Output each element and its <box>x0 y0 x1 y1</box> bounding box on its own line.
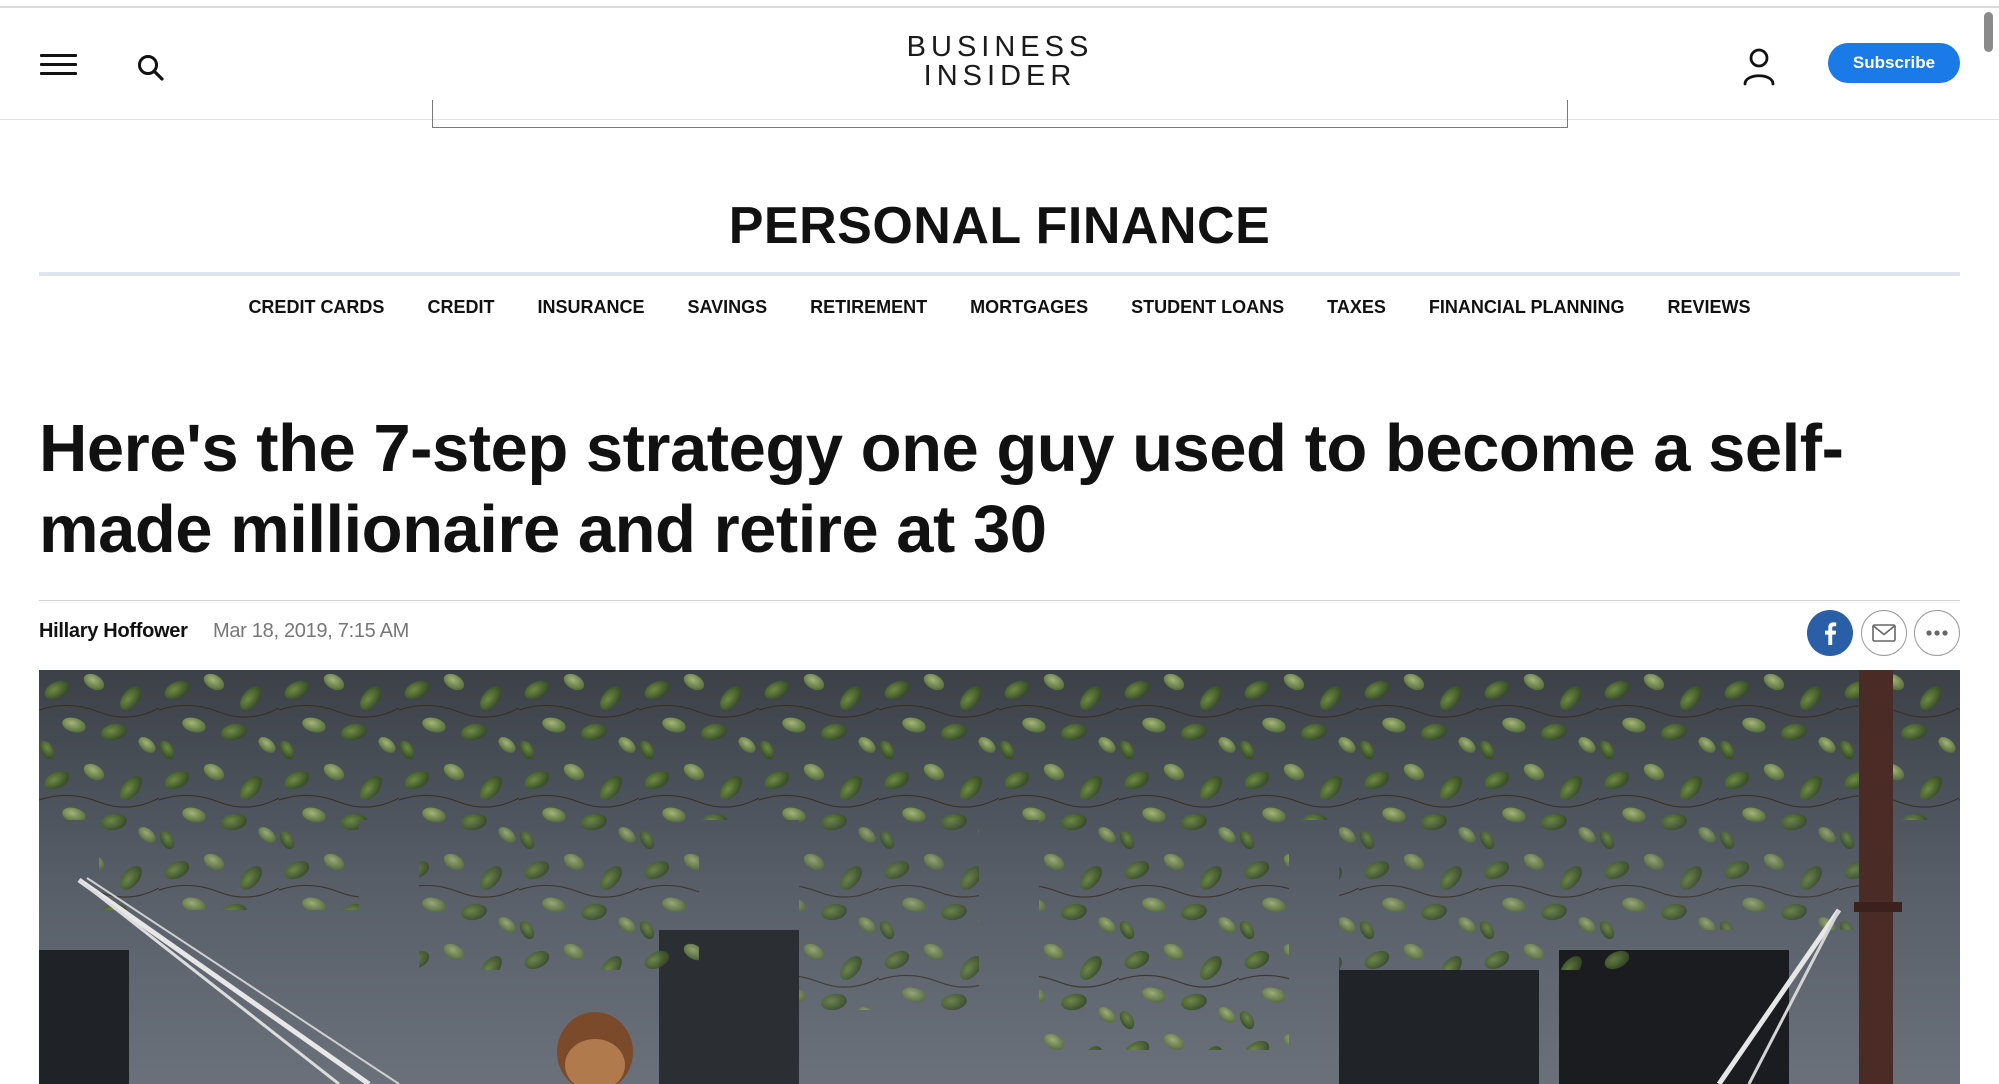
page-scrollbar[interactable] <box>1984 12 1993 52</box>
subnav-item-retirement[interactable]: RETIREMENT <box>810 297 927 318</box>
facebook-icon <box>1825 622 1837 645</box>
email-share-button[interactable] <box>1861 610 1907 656</box>
subnav-item-credit-cards[interactable]: CREDIT CARDS <box>248 297 384 318</box>
section-subnav: CREDIT CARDS CREDIT INSURANCE SAVINGS RE… <box>0 297 1999 318</box>
logo-line-business: BUSINESS <box>906 31 1094 63</box>
user-account-icon[interactable] <box>1740 44 1778 90</box>
hamburger-menu-icon[interactable] <box>40 51 77 79</box>
logo-line-insider: INSIDER <box>923 60 1077 92</box>
subnav-item-taxes[interactable]: TAXES <box>1327 297 1386 318</box>
subnav-item-reviews[interactable]: REVIEWS <box>1668 297 1751 318</box>
subnav-item-financial-planning[interactable]: FINANCIAL PLANNING <box>1429 297 1625 318</box>
subnav-item-savings[interactable]: SAVINGS <box>687 297 767 318</box>
article-headline: Here's the 7-step strategy one guy used … <box>39 411 1844 567</box>
byline-divider <box>39 600 1960 601</box>
search-icon[interactable] <box>134 51 168 85</box>
section-title[interactable]: PERSONAL FINANCE <box>0 196 1999 256</box>
author-name[interactable]: Hillary Hoffower <box>39 620 188 643</box>
subnav-item-mortgages[interactable]: MORTGAGES <box>970 297 1088 318</box>
more-share-options-button[interactable] <box>1914 610 1960 656</box>
section-divider <box>39 272 1960 276</box>
subnav-item-student-loans[interactable]: STUDENT LOANS <box>1131 297 1284 318</box>
email-icon <box>1872 624 1896 642</box>
browser-top-border <box>0 0 1999 8</box>
subscribe-button[interactable]: Subscribe <box>1828 43 1960 83</box>
more-options-icon <box>1926 630 1948 636</box>
article-hero-image <box>39 670 1960 1084</box>
ad-placeholder <box>432 100 1568 128</box>
subnav-item-insurance[interactable]: INSURANCE <box>537 297 644 318</box>
publish-date: Mar 18, 2019, 7:15 AM <box>213 620 410 642</box>
business-insider-logo[interactable]: BUSINESS INSIDER <box>900 33 1100 97</box>
facebook-share-button[interactable] <box>1807 610 1853 656</box>
subnav-item-credit[interactable]: CREDIT <box>427 297 494 318</box>
